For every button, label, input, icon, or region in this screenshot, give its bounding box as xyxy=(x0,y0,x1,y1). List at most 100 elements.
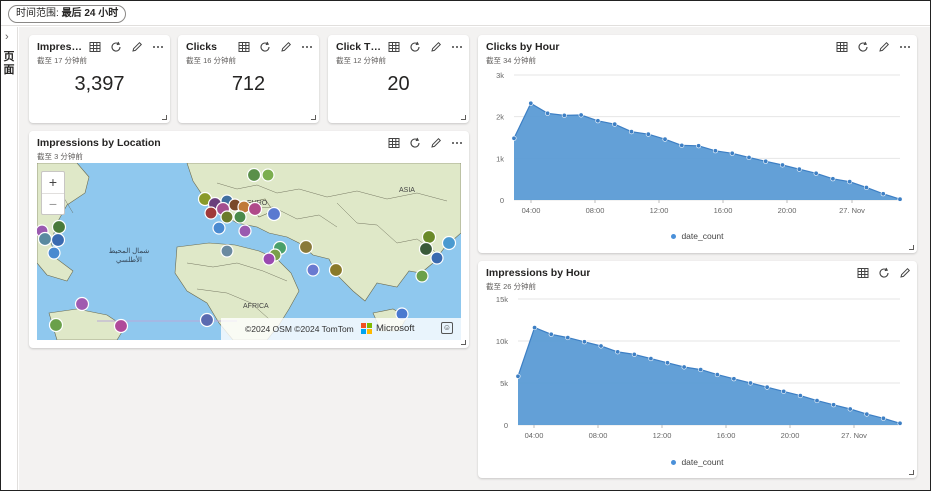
more-icon[interactable] xyxy=(301,41,313,53)
map-marker xyxy=(204,206,218,220)
map-markers xyxy=(37,167,457,334)
x-tick-label: 08:00 xyxy=(586,206,605,215)
brand-name: Microsoft xyxy=(376,323,415,334)
time-range-filter[interactable]: 时间范围: 最后 24 小时 xyxy=(8,5,127,23)
y-tick-label: 10k xyxy=(496,337,508,346)
x-tick-label: 08:00 xyxy=(589,431,608,440)
map-marker xyxy=(113,318,129,334)
data-point xyxy=(781,388,787,394)
tile-title: Click Thr... xyxy=(336,41,386,53)
data-point xyxy=(581,339,587,345)
more-icon[interactable] xyxy=(451,137,463,149)
data-point xyxy=(831,402,837,408)
zoom-in-button[interactable]: + xyxy=(42,172,64,193)
pencil-icon[interactable] xyxy=(430,41,442,53)
data-point xyxy=(578,112,584,118)
legend-swatch xyxy=(671,234,677,240)
data-point xyxy=(696,143,702,149)
resize-handle[interactable] xyxy=(461,115,466,120)
data-point xyxy=(565,335,571,341)
table-icon[interactable] xyxy=(388,41,400,53)
data-point xyxy=(746,155,752,161)
data-point xyxy=(631,351,637,357)
data-point xyxy=(797,393,803,399)
refresh-icon[interactable] xyxy=(409,41,421,53)
data-point xyxy=(612,121,618,127)
data-point xyxy=(698,367,704,373)
tile-subtitle: 截至 17 分钟前 xyxy=(37,56,88,65)
data-point xyxy=(764,384,770,390)
data-point xyxy=(880,191,886,197)
pages-pane[interactable]: › 页面 xyxy=(1,27,18,490)
chart-legend[interactable]: date_count xyxy=(478,231,917,241)
data-point xyxy=(511,135,517,141)
tile-click-through[interactable]: Click Thr... 截至 12 分钟前 20 xyxy=(328,35,469,123)
y-tick-label: 1k xyxy=(496,154,504,163)
map-marker xyxy=(37,231,53,247)
legend-label: date_count xyxy=(681,457,724,467)
data-point xyxy=(681,364,687,370)
map-marker xyxy=(74,296,90,312)
microsoft-logo-icon xyxy=(361,323,372,334)
attribution-text: ©2024 OSM ©2024 TomTom xyxy=(245,324,354,334)
data-point xyxy=(515,373,521,379)
x-tick-label: 16:00 xyxy=(714,206,733,215)
table-icon[interactable] xyxy=(388,137,400,149)
x-tick-label: 27. Nov xyxy=(839,206,865,215)
map-marker xyxy=(238,224,252,238)
kpi-value: 712 xyxy=(231,73,266,95)
kpi-value: 3,397 xyxy=(74,73,125,95)
legend-swatch xyxy=(671,460,677,466)
tile-title: Clicks xyxy=(186,41,217,53)
chevron-right-icon[interactable]: › xyxy=(5,31,9,43)
resize-handle[interactable] xyxy=(162,115,167,120)
table-icon[interactable] xyxy=(89,41,101,53)
more-icon[interactable] xyxy=(451,41,463,53)
data-point xyxy=(847,179,853,185)
tile-impressions[interactable]: Impressi... 截至 17 分钟前 3,397 xyxy=(29,35,170,123)
x-tick-label: 04:00 xyxy=(525,431,544,440)
series-area xyxy=(518,327,900,425)
data-point xyxy=(528,100,534,106)
tile-clicks-by-hour[interactable]: Clicks by Hour 截至 34 分钟前 0 1k 2k 3k 04:00 08:… xyxy=(478,35,917,253)
refresh-icon[interactable] xyxy=(259,41,271,53)
map-marker xyxy=(306,263,320,277)
zoom-out-button[interactable]: − xyxy=(42,193,64,214)
map-marker xyxy=(48,317,64,333)
map-marker xyxy=(47,246,61,260)
tile-title: Impressi... xyxy=(37,41,87,53)
tile-clicks[interactable]: Clicks 截至 16 分钟前 712 xyxy=(178,35,319,123)
top-toolbar: 时间范围: 最后 24 小时 xyxy=(1,1,930,26)
map-marker xyxy=(51,219,67,235)
clicks-by-hour-chart: 0 1k 2k 3k 04:00 08:00 12:00 16:00 20:00 27. Nov xyxy=(496,71,903,215)
x-tick-label: 16:00 xyxy=(717,431,736,440)
dashboard-canvas: Impressi... 截至 17 分钟前 3,397 Clicks 截至 16… xyxy=(19,27,930,490)
tile-impressions-by-hour[interactable]: Impressions by Hour 截至 26 分钟前 0 5k 10k 15k 0… xyxy=(478,261,917,478)
resize-handle[interactable] xyxy=(909,245,914,250)
pencil-icon[interactable] xyxy=(280,41,292,53)
resize-handle[interactable] xyxy=(461,340,466,345)
pencil-icon[interactable] xyxy=(430,137,442,149)
map-marker xyxy=(50,232,66,248)
pencil-icon[interactable] xyxy=(131,41,143,53)
world-map[interactable]: شمال المحيط الأطلسي ASIA AFRICA EURO xyxy=(37,163,461,340)
map-marker xyxy=(220,244,234,258)
data-point xyxy=(679,142,685,148)
map-marker xyxy=(262,252,276,266)
resize-handle[interactable] xyxy=(909,470,914,475)
x-tick-label: 12:00 xyxy=(653,431,672,440)
feedback-icon[interactable]: ☺ xyxy=(441,322,453,334)
table-icon[interactable] xyxy=(238,41,250,53)
tile-impressions-by-location[interactable]: Impressions by Location 截至 3 分钟前 شمال ال… xyxy=(29,131,469,348)
x-tick-label: 12:00 xyxy=(650,206,669,215)
data-point xyxy=(814,398,820,404)
resize-handle[interactable] xyxy=(311,115,316,120)
refresh-icon[interactable] xyxy=(110,41,122,53)
data-point xyxy=(763,158,769,164)
tile-title: Impressions by Location xyxy=(37,137,161,149)
data-point xyxy=(880,415,886,421)
map-marker xyxy=(247,201,263,217)
refresh-icon[interactable] xyxy=(409,137,421,149)
more-icon[interactable] xyxy=(152,41,164,53)
chart-legend[interactable]: date_count xyxy=(478,457,917,467)
